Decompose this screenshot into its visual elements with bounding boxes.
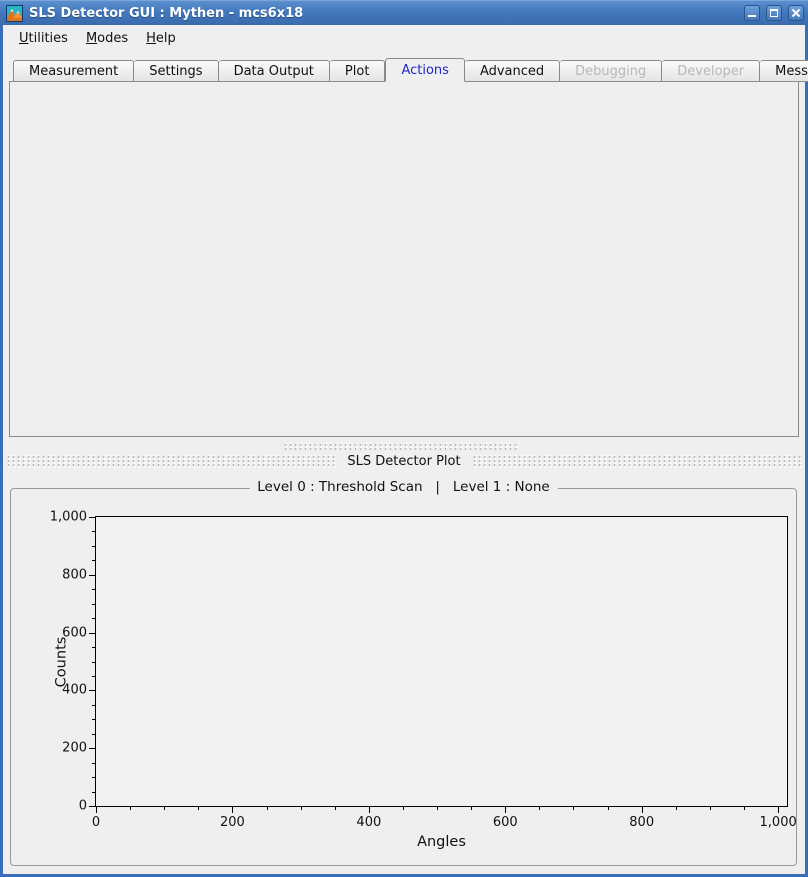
maximize-icon bbox=[770, 9, 778, 17]
y-axis-tick bbox=[92, 792, 96, 793]
actions-tab-panel bbox=[9, 81, 799, 437]
x-axis-tick bbox=[335, 806, 336, 810]
y-axis-tick bbox=[89, 575, 96, 576]
y-axis-tick bbox=[89, 690, 96, 691]
tab-developer: Developer bbox=[662, 60, 760, 82]
y-axis-tick bbox=[89, 748, 96, 749]
y-axis-tick-label: 200 bbox=[62, 741, 87, 756]
plot-groupbox: Level 0 : Threshold Scan | Level 1 : Non… bbox=[10, 488, 797, 866]
x-axis-tick-label: 1,000 bbox=[760, 815, 797, 830]
y-axis-tick bbox=[92, 719, 96, 720]
y-axis-tick bbox=[92, 734, 96, 735]
x-axis-tick bbox=[301, 806, 302, 810]
y-axis-tick bbox=[89, 517, 96, 518]
x-axis-tick bbox=[676, 806, 677, 810]
x-axis-tick bbox=[232, 806, 233, 813]
x-axis-tick bbox=[267, 806, 268, 810]
x-axis-tick-label: 200 bbox=[220, 815, 245, 830]
y-axis-tick-label: 400 bbox=[62, 683, 87, 698]
tab-settings[interactable]: Settings bbox=[134, 60, 218, 82]
menu-help[interactable]: Help bbox=[137, 29, 185, 48]
plot-canvas[interactable]: Counts Angles 02004006008001,00002004006… bbox=[95, 516, 788, 807]
y-axis-tick bbox=[89, 806, 96, 807]
y-axis-tick bbox=[92, 589, 96, 590]
x-axis-tick bbox=[130, 806, 131, 810]
x-axis-title: Angles bbox=[96, 834, 787, 850]
y-axis-tick bbox=[92, 560, 96, 561]
window-border-left bbox=[0, 25, 3, 877]
tab-bar: Measurement Settings Data Output Plot Ac… bbox=[13, 58, 808, 82]
x-axis-tick bbox=[642, 806, 643, 813]
y-axis-tick bbox=[92, 546, 96, 547]
app-icon bbox=[6, 5, 23, 22]
y-axis-tick bbox=[92, 662, 96, 663]
tab-messages[interactable]: Messages bbox=[760, 60, 808, 82]
y-axis-tick-label: 1,000 bbox=[50, 510, 87, 525]
x-axis-tick-label: 600 bbox=[493, 815, 518, 830]
maximize-button[interactable] bbox=[766, 5, 782, 21]
tab-data-output[interactable]: Data Output bbox=[219, 60, 330, 82]
x-axis-tick bbox=[505, 806, 506, 813]
x-axis-tick-label: 800 bbox=[629, 815, 654, 830]
plot-dock-title: SLS Detector Plot bbox=[0, 453, 808, 471]
tab-advanced[interactable]: Advanced bbox=[465, 60, 560, 82]
tab-actions[interactable]: Actions bbox=[385, 58, 465, 82]
x-axis-tick bbox=[608, 806, 609, 810]
x-axis-tick bbox=[403, 806, 404, 810]
x-axis-tick bbox=[96, 806, 97, 813]
x-axis-tick bbox=[539, 806, 540, 810]
y-axis-tick bbox=[92, 618, 96, 619]
menubar: Utilities Modes Help bbox=[3, 25, 805, 51]
window-title: SLS Detector GUI : Mythen - mcs6x18 bbox=[29, 6, 303, 21]
x-axis-tick bbox=[573, 806, 574, 810]
x-axis-tick bbox=[437, 806, 438, 810]
x-axis-tick-label: 400 bbox=[356, 815, 381, 830]
minimize-icon bbox=[748, 15, 756, 17]
x-axis-tick bbox=[778, 806, 779, 813]
x-axis-tick bbox=[164, 806, 165, 810]
y-axis-tick bbox=[92, 705, 96, 706]
y-axis-tick bbox=[92, 647, 96, 648]
splitter-handle[interactable] bbox=[283, 443, 518, 450]
y-axis-tick bbox=[92, 676, 96, 677]
x-axis-tick bbox=[744, 806, 745, 810]
y-axis-tick-label: 600 bbox=[62, 625, 87, 640]
x-axis-tick bbox=[471, 806, 472, 810]
x-axis-tick-label: 0 bbox=[92, 815, 100, 830]
x-axis-tick bbox=[198, 806, 199, 810]
plot-scan-levels-title: Level 0 : Threshold Scan | Level 1 : Non… bbox=[249, 479, 557, 495]
tab-debugging: Debugging bbox=[560, 60, 662, 82]
tab-measurement[interactable]: Measurement bbox=[13, 60, 134, 82]
y-axis-tick bbox=[89, 633, 96, 634]
close-button[interactable] bbox=[788, 5, 804, 21]
menu-utilities[interactable]: Utilities bbox=[10, 29, 77, 48]
y-axis-tick bbox=[92, 777, 96, 778]
x-axis-tick bbox=[710, 806, 711, 810]
x-axis-tick bbox=[369, 806, 370, 813]
tab-plot[interactable]: Plot bbox=[330, 60, 386, 82]
y-axis-tick-label: 0 bbox=[79, 799, 87, 814]
y-axis-tick bbox=[92, 531, 96, 532]
y-axis-title: Counts bbox=[53, 636, 69, 687]
minimize-button[interactable] bbox=[744, 5, 760, 21]
y-axis-tick-label: 800 bbox=[62, 567, 87, 582]
y-axis-tick bbox=[92, 763, 96, 764]
y-axis-tick bbox=[92, 604, 96, 605]
titlebar[interactable]: SLS Detector GUI : Mythen - mcs6x18 bbox=[0, 0, 808, 25]
menu-modes[interactable]: Modes bbox=[77, 29, 137, 48]
app-window: SLS Detector GUI : Mythen - mcs6x18 Util… bbox=[0, 0, 808, 877]
